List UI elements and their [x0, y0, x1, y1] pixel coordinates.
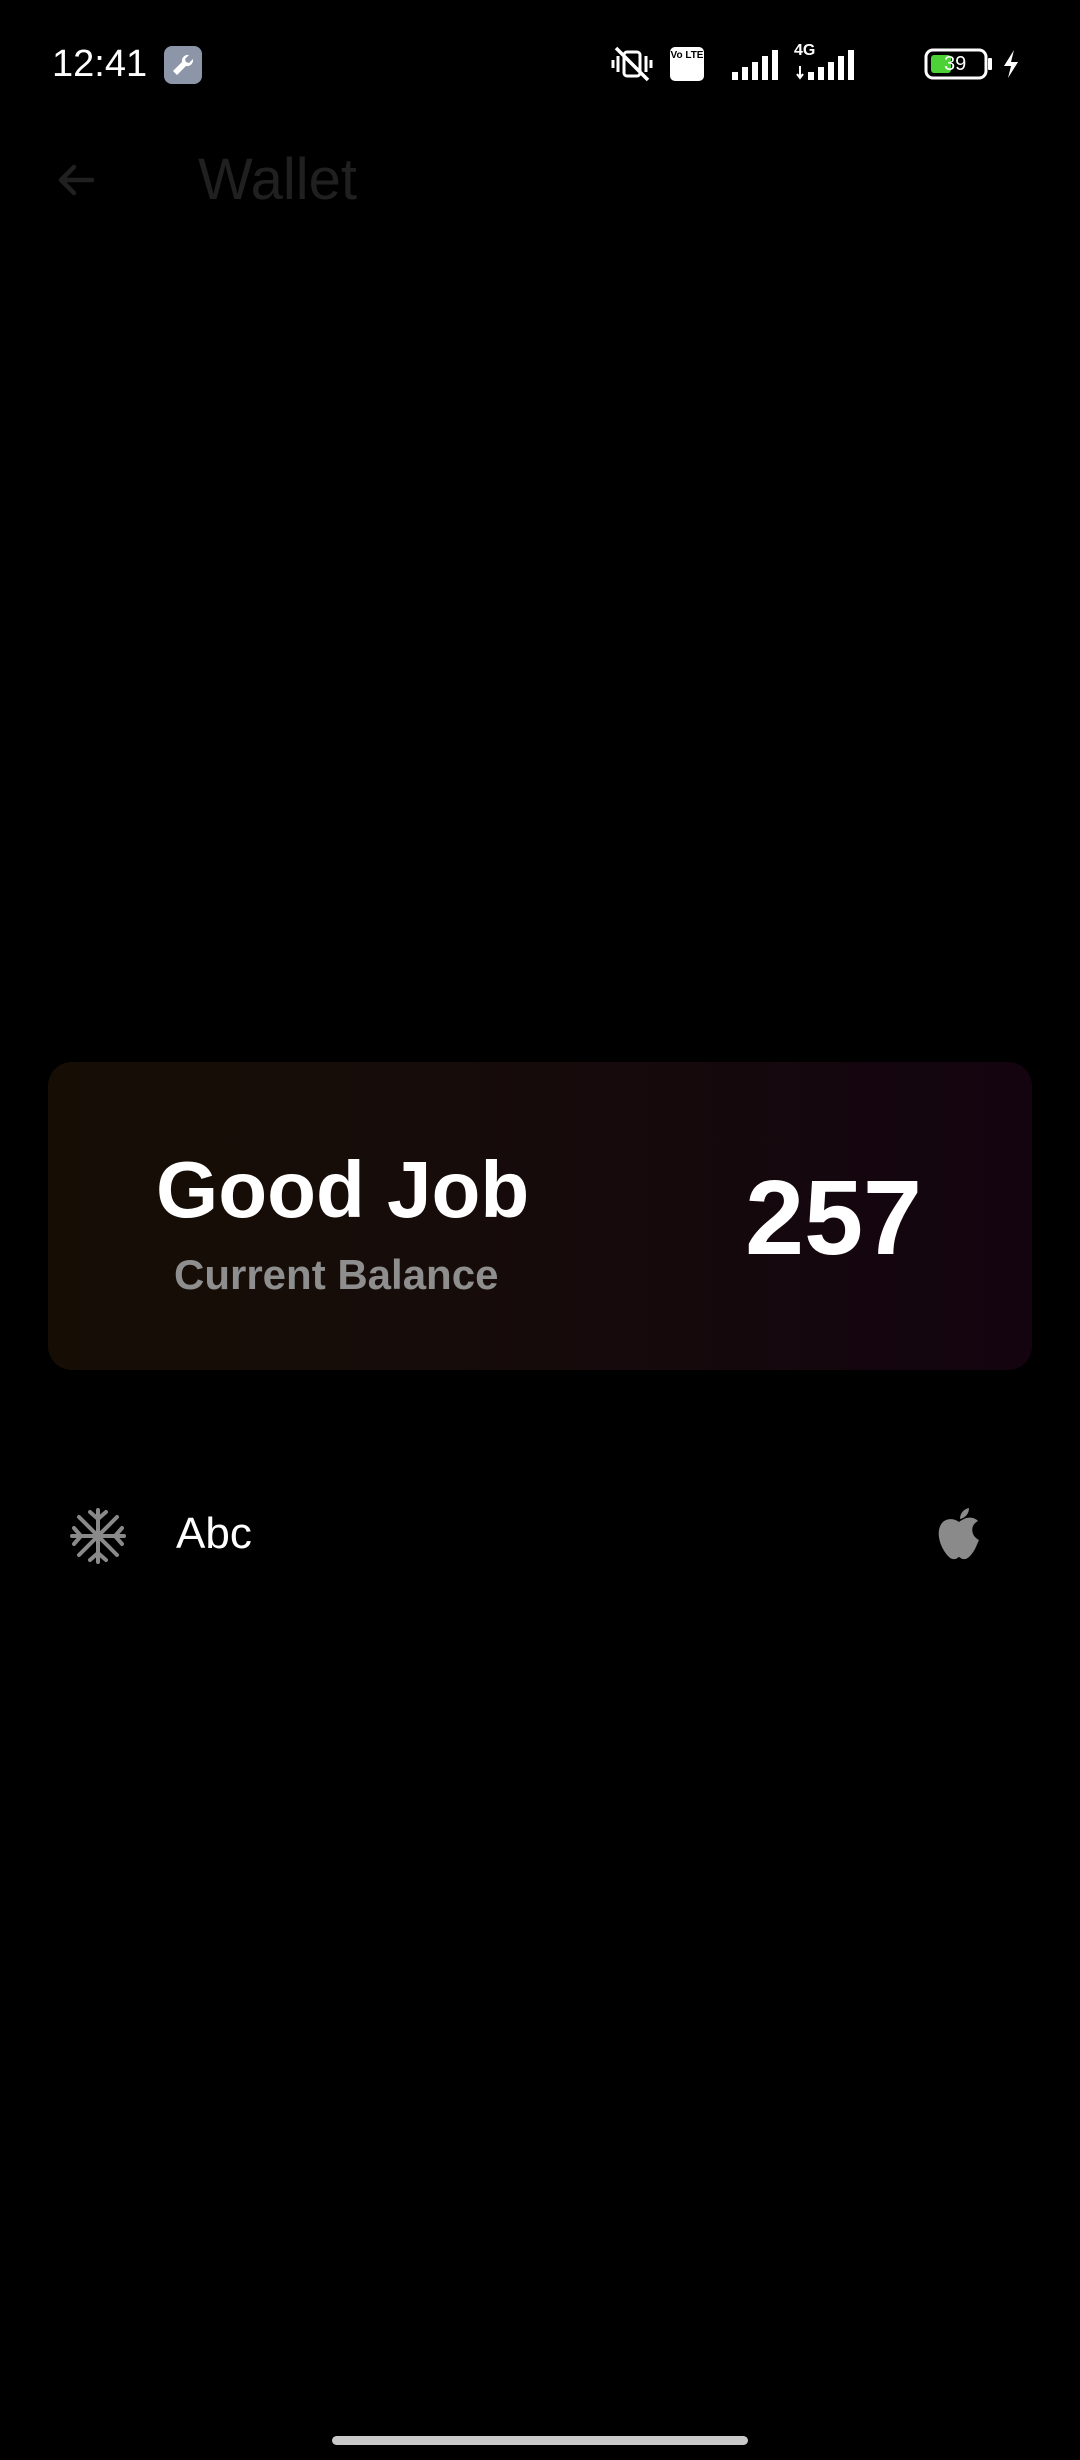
volte-icon: Vo LTE: [670, 47, 704, 81]
snowflake-icon: [68, 1506, 128, 1566]
charging-icon: [1000, 42, 1022, 91]
balance-value: 257: [745, 1159, 922, 1277]
list-item[interactable]: Abc: [0, 1484, 1080, 1584]
card-subtitle: Current Balance: [174, 1251, 499, 1298]
mute-vibrate-icon: [610, 42, 654, 91]
apple-icon: [934, 1506, 984, 1564]
balance-card: Good Job Current Balance 257: [48, 1062, 1032, 1370]
arrow-left-icon: [52, 156, 100, 209]
page-title: Wallet: [198, 147, 357, 212]
wrench-icon: [164, 46, 202, 84]
status-time: 12:41: [52, 43, 148, 85]
card-heading: Good Job: [156, 1145, 530, 1234]
back-button[interactable]: [44, 150, 108, 214]
top-bar: Wallet: [0, 130, 1080, 230]
home-indicator[interactable]: [332, 2436, 748, 2445]
battery-icon: 39: [924, 42, 994, 91]
signal-icon: [730, 42, 784, 91]
status-bar: 12:41 Vo LTE 4G 39: [0, 0, 1080, 130]
list-item-label: Abc: [176, 1509, 252, 1558]
